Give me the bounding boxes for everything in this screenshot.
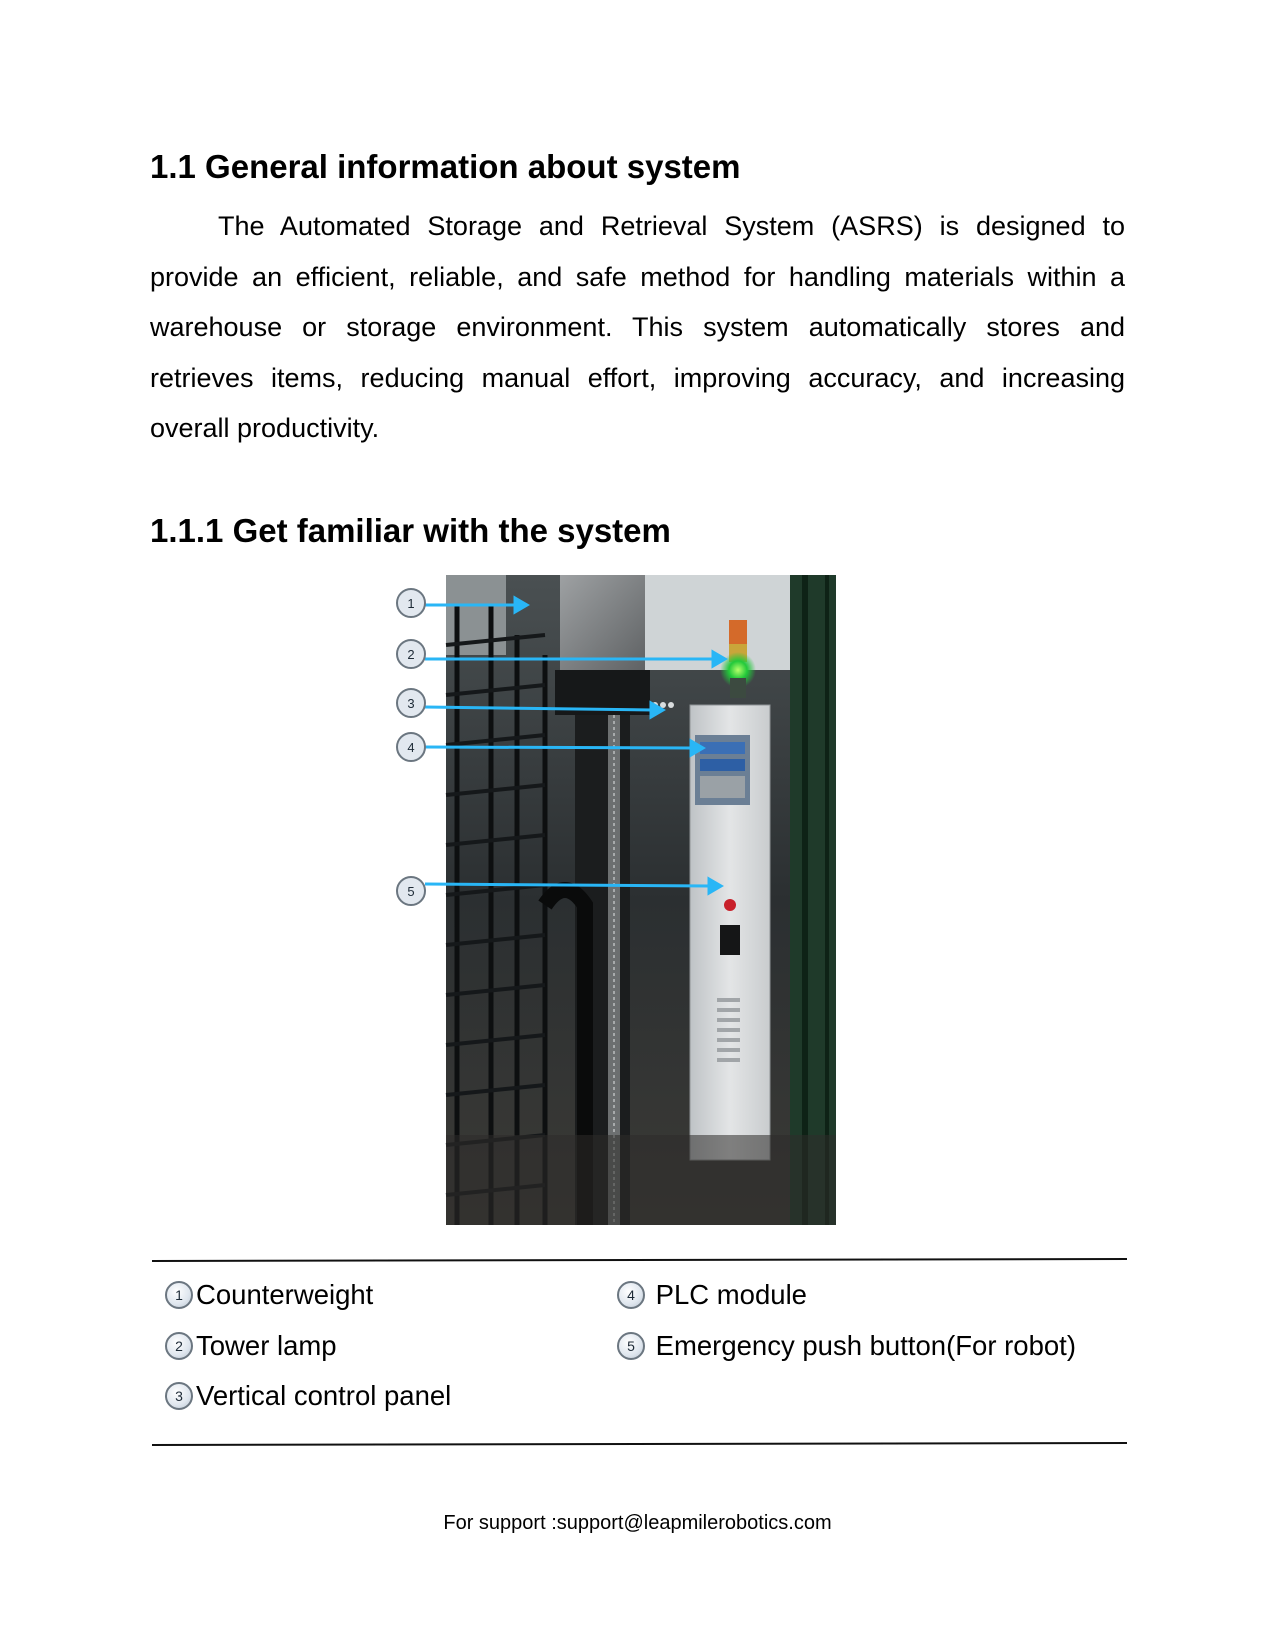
subsection-title: 1.1.1 Get familiar with the system [150, 512, 671, 549]
number-5-badge-icon: 5 [617, 1332, 645, 1360]
callout-5-label: 5 [407, 884, 414, 899]
section-title: 1.1 General information about system [150, 148, 741, 185]
legend-item-emergency-push-button: 5 Emergency push button(For robot) [617, 1330, 1076, 1362]
number-2-badge-icon: 2 [165, 1332, 193, 1360]
legend-label: Counterweight [196, 1279, 374, 1310]
legend-item-counterweight: 1 Counterweight [165, 1279, 373, 1311]
callout-2-label: 2 [407, 647, 414, 662]
legend-top-rule [151, 1257, 1127, 1262]
legend-label: PLC module [648, 1279, 807, 1310]
legend-label: Emergency push button(For robot) [648, 1330, 1076, 1361]
legend-item-vertical-control-panel: 3 Vertical control panel [165, 1380, 451, 1412]
callout-4: 4 [396, 732, 426, 762]
support-footer: For support :support@leapmilerobotics.co… [443, 1512, 832, 1534]
callout-5: 5 [396, 876, 426, 906]
callout-4-label: 4 [407, 740, 414, 755]
legend-bottom-rule [151, 1441, 1127, 1446]
legend-item-tower-lamp: 2 Tower lamp [165, 1330, 337, 1362]
system-photo-figure: 1 2 3 4 5 [395, 575, 840, 1225]
number-3-badge-icon: 3 [165, 1382, 193, 1410]
callout-3-label: 3 [407, 696, 414, 711]
callout-3: 3 [396, 688, 426, 718]
callout-badges: 1 2 3 4 5 [396, 588, 426, 906]
callout-1: 1 [396, 588, 426, 618]
legend-label: Vertical control panel [196, 1380, 452, 1411]
callout-1-label: 1 [407, 596, 414, 611]
number-4-badge-icon: 4 [617, 1281, 645, 1309]
intro-paragraph: The Automated Storage and Retrieval Syst… [150, 211, 1125, 443]
legend-item-plc-module: 4 PLC module [617, 1279, 807, 1311]
legend-label: Tower lamp [196, 1330, 337, 1361]
number-1-badge-icon: 1 [165, 1281, 193, 1309]
photo [445, 575, 836, 1225]
callout-2: 2 [396, 639, 426, 669]
